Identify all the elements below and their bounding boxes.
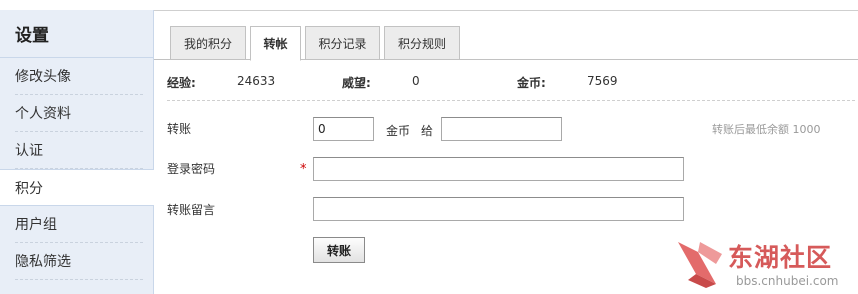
sidebar-title: 设置 [0, 10, 153, 58]
prestige-value: 0 [412, 74, 420, 88]
password-input[interactable] [313, 157, 684, 181]
sidebar-item-verify[interactable]: 认证 [15, 132, 143, 169]
transfer-label: 转账 [167, 122, 192, 136]
exp-value: 24633 [237, 74, 276, 88]
coin-label: 金币: [517, 76, 546, 90]
min-balance-hint: 转账后最低余额 1000 [712, 123, 821, 136]
prestige-label: 威望: [342, 76, 371, 90]
credit-stats: 经验: 24633 威望: 0 金币: 7569 [167, 74, 847, 90]
credits-tabbar: 我的积分 转帐 积分记录 积分规则 [154, 26, 858, 61]
sidebar-item-avatar[interactable]: 修改头像 [15, 58, 143, 95]
recipient-input[interactable] [441, 117, 562, 141]
sidebar-item-usergroup[interactable]: 用户组 [15, 206, 143, 243]
tab-credit-rules[interactable]: 积分规则 [384, 26, 460, 60]
sidebar-item-profile[interactable]: 个人资料 [15, 95, 143, 132]
watermark-brand: 东湖社区 [728, 243, 833, 272]
top-border [154, 10, 858, 11]
message-label: 转账留言 [167, 203, 216, 217]
sidebar-item-privacy[interactable]: 隐私筛选 [15, 243, 143, 280]
password-label: 登录密码 [167, 162, 216, 176]
tab-transfer[interactable]: 转帐 [250, 26, 301, 61]
stats-divider [167, 100, 855, 101]
coin-value: 7569 [587, 74, 618, 88]
amount-input[interactable] [313, 117, 374, 141]
sidebar-item-credits[interactable]: 积分 [0, 169, 154, 206]
exp-label: 经验: [167, 76, 196, 90]
watermark-domain: bbs.cnhubei.com [736, 274, 839, 288]
site-watermark: 东湖社区 bbs.cnhubei.com [676, 236, 858, 294]
coin-unit-text: 金币 [386, 124, 411, 138]
required-mark: * [300, 162, 307, 177]
to-text: 给 [421, 124, 434, 138]
message-input[interactable] [313, 197, 684, 221]
transfer-submit-button[interactable]: 转账 [313, 237, 365, 263]
tab-credit-log[interactable]: 积分记录 [305, 26, 380, 60]
site-logo-icon [678, 242, 722, 288]
tab-my-credits[interactable]: 我的积分 [170, 26, 246, 60]
settings-sidebar: 设置 修改头像 个人资料 认证 积分 用户组 隐私筛选 [0, 10, 154, 294]
